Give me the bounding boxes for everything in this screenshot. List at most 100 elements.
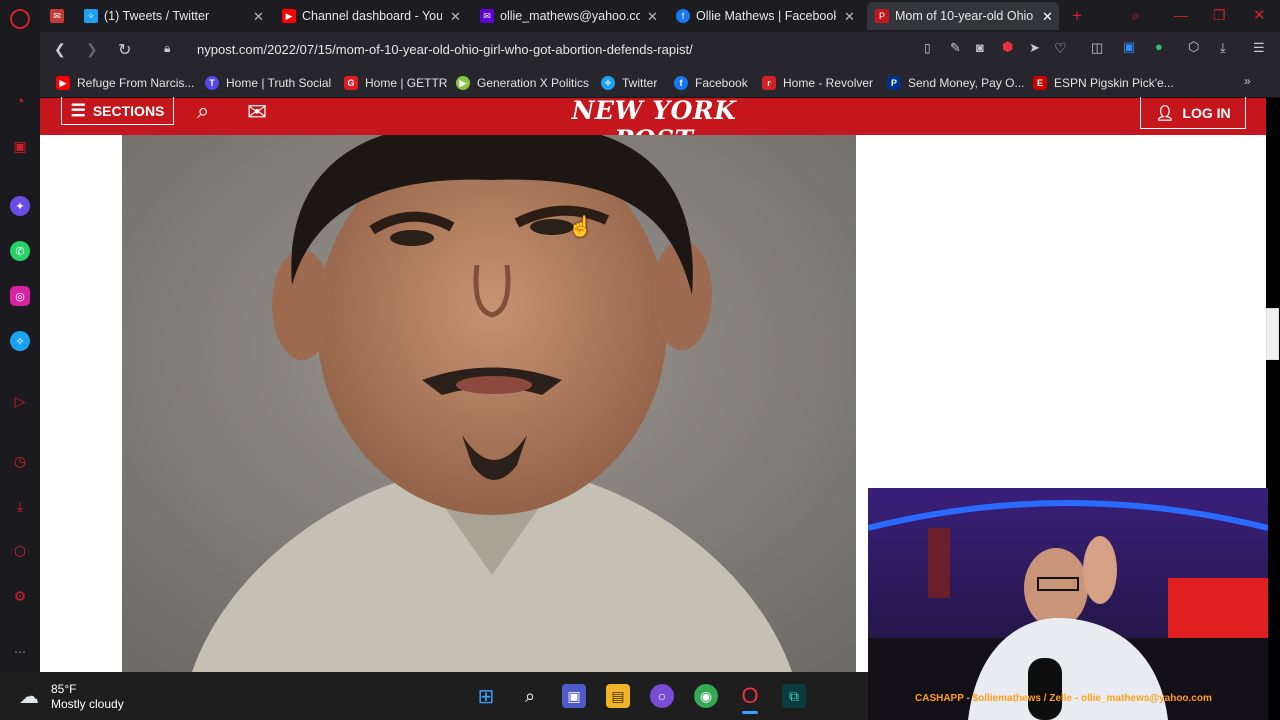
minimize-icon[interactable]: — xyxy=(1174,7,1188,23)
page-scrollbar-thumb[interactable] xyxy=(1266,308,1279,360)
bookmark-label: Home - Revolver xyxy=(783,76,874,90)
espn-icon: E xyxy=(1033,76,1047,90)
cube-icon[interactable]: ⬡ xyxy=(1188,39,1199,55)
weather-condition[interactable]: Mostly cloudy xyxy=(51,697,124,711)
gettr-icon: G xyxy=(344,76,358,90)
tab-youtube[interactable]: ▶ Channel dashboard - YouT xyxy=(282,2,442,30)
close-tab-icon[interactable]: ✕ xyxy=(253,9,264,25)
adblock-icon[interactable]: ⬢ xyxy=(1002,39,1013,55)
nypost-icon: P xyxy=(875,9,889,23)
bookmark-item[interactable]: f Facebook xyxy=(674,76,748,90)
youtube-icon: ▶ xyxy=(282,9,296,23)
bookmark-label: Facebook xyxy=(695,76,748,90)
tab-gmail[interactable]: ✉ xyxy=(50,2,80,30)
chrome-icon[interactable]: ◉ xyxy=(694,684,718,708)
close-tab-icon[interactable]: ✕ xyxy=(647,9,658,25)
back-icon[interactable]: ❮ xyxy=(54,41,66,58)
bookmark-item[interactable]: T Home | Truth Social xyxy=(205,76,331,90)
speed-dial-icon[interactable]: ◔ xyxy=(10,91,30,111)
window-close-icon[interactable]: ✕ xyxy=(1253,6,1266,24)
login-label: LOG IN xyxy=(1182,104,1231,121)
opera-sidebar: ◔ ▣ ✦ ✆ ◎ ✧ ▷ ◷ ⤓ ⬡ ⚙ ⋯ xyxy=(0,0,40,672)
opera-gx-icon[interactable]: ○ xyxy=(650,684,674,708)
zoom-icon[interactable]: ▣ xyxy=(1123,39,1135,55)
tab-nypost[interactable]: P Mom of 10-year-old Ohio xyxy=(867,2,1059,30)
extension-icon[interactable]: ◫ xyxy=(1091,40,1103,56)
article-photo xyxy=(122,135,856,672)
downloads-icon[interactable]: ⤓ xyxy=(10,496,30,516)
reader-icon[interactable]: ▯ xyxy=(924,41,931,55)
search-icon[interactable]: ⌕ xyxy=(518,684,542,708)
email-icon[interactable]: ✉ xyxy=(247,98,267,127)
send-icon[interactable]: ➤ xyxy=(1029,40,1040,56)
yahoo-mail-icon: ✉ xyxy=(480,9,494,23)
tab-twitter[interactable]: ✧ (1) Tweets / Twitter xyxy=(84,2,254,30)
more-icon[interactable]: ⋯ xyxy=(10,642,30,662)
tab-label: ollie_mathews@yahoo.com xyxy=(500,9,640,23)
address-bar-url[interactable]: nypost.com/2022/07/15/mom-of-10-year-old… xyxy=(197,42,693,57)
hand-cursor-icon: ☝ xyxy=(568,216,593,238)
truth-social-icon: T xyxy=(205,76,219,90)
login-button[interactable]: 👤︎ LOG IN xyxy=(1140,97,1246,129)
bookmark-item[interactable]: ▶ Refuge From Narcis... xyxy=(56,76,194,90)
messenger-icon[interactable]: ✦ xyxy=(10,196,30,216)
weather-cloud-icon[interactable]: ☁ xyxy=(19,684,39,709)
bookmark-item[interactable]: ▶ Generation X Politics xyxy=(456,76,589,90)
shopping-bag-icon[interactable]: ▣ xyxy=(10,136,30,156)
close-tab-icon[interactable]: ✕ xyxy=(450,9,461,25)
new-tab-icon[interactable]: + xyxy=(1072,6,1082,26)
whatsapp-icon[interactable]: ✆ xyxy=(10,241,30,261)
twitter-icon[interactable]: ✧ xyxy=(10,331,30,351)
bookmark-item[interactable]: G Home | GETTR xyxy=(344,76,447,90)
settings-icon[interactable]: ⚙ xyxy=(10,586,30,606)
weather-temperature[interactable]: 85°F xyxy=(51,682,76,696)
more-bookmarks-icon[interactable]: » xyxy=(1244,74,1251,88)
download-icon[interactable]: ⤓ xyxy=(1220,40,1226,56)
bookmark-label: Twitter xyxy=(622,76,658,90)
sections-button[interactable]: ☰ SECTIONS xyxy=(61,97,174,125)
twitter-icon: ✧ xyxy=(601,76,615,90)
share-icon[interactable]: ✎ xyxy=(950,40,961,56)
bookmark-item[interactable]: P Send Money, Pay O... xyxy=(887,76,1025,90)
tab-label: Channel dashboard - YouT xyxy=(302,9,442,23)
close-tab-icon[interactable]: ✕ xyxy=(1042,9,1053,25)
bookmark-label: ESPN Pigskin Pick'e... xyxy=(1054,76,1174,90)
restore-icon[interactable]: ❐ xyxy=(1213,7,1226,24)
donation-text: CASHAPP - $olliemathews / Zelle - ollie_… xyxy=(915,693,1212,704)
lock-icon[interactable]: 🔒︎ xyxy=(164,41,170,56)
active-app-indicator xyxy=(742,711,758,714)
bookmark-label: Generation X Politics xyxy=(477,76,590,90)
opera-logo-icon[interactable] xyxy=(10,9,30,29)
tab-facebook[interactable]: f Ollie Mathews | Facebook xyxy=(676,2,836,30)
streaming-app-icon[interactable]: ⧉ xyxy=(782,684,806,708)
tab-label: Mom of 10-year-old Ohio xyxy=(895,9,1034,23)
instagram-icon[interactable]: ◎ xyxy=(10,286,30,306)
hamburger-icon: ☰ xyxy=(70,100,86,120)
bookmark-label: Refuge From Narcis... xyxy=(77,76,195,90)
reload-icon[interactable]: ↻ xyxy=(118,40,131,60)
close-tab-icon[interactable]: ✕ xyxy=(844,9,855,25)
tab-strip: ✉ ✧ (1) Tweets / Twitter ✕ ▶ Channel das… xyxy=(40,0,1280,32)
extensions-icon[interactable]: ⬡ xyxy=(10,541,30,561)
opera-icon[interactable]: O xyxy=(738,683,762,708)
bookmark-item[interactable]: E ESPN Pigskin Pick'e... xyxy=(1033,76,1174,90)
tab-search-icon[interactable]: ⌕ xyxy=(1132,7,1140,24)
tab-yahoo-mail[interactable]: ✉ ollie_mathews@yahoo.com xyxy=(480,2,640,30)
twitter-icon: ✧ xyxy=(84,9,98,23)
search-icon[interactable]: ⌕ xyxy=(197,98,209,124)
bookmark-item[interactable]: ✧ Twitter xyxy=(601,76,657,90)
bookmark-heart-icon[interactable]: ♡ xyxy=(1054,40,1067,57)
player-icon[interactable]: ▷ xyxy=(10,391,30,411)
revolver-icon: r xyxy=(762,76,776,90)
forward-icon[interactable]: ❯ xyxy=(86,41,98,58)
teams-icon[interactable]: ▣ xyxy=(562,684,586,708)
bookmark-label: Send Money, Pay O... xyxy=(908,76,1025,90)
grammarly-icon[interactable]: ● xyxy=(1155,39,1163,54)
history-icon[interactable]: ◷ xyxy=(10,451,30,471)
bookmark-label: Home | Truth Social xyxy=(226,76,332,90)
file-explorer-icon[interactable]: ▤ xyxy=(606,684,630,708)
snapshot-icon[interactable]: ◙ xyxy=(976,40,984,55)
easy-setup-icon[interactable]: ☰ xyxy=(1253,40,1265,56)
start-icon[interactable]: ⊞ xyxy=(474,684,498,708)
bookmark-item[interactable]: r Home - Revolver xyxy=(762,76,873,90)
